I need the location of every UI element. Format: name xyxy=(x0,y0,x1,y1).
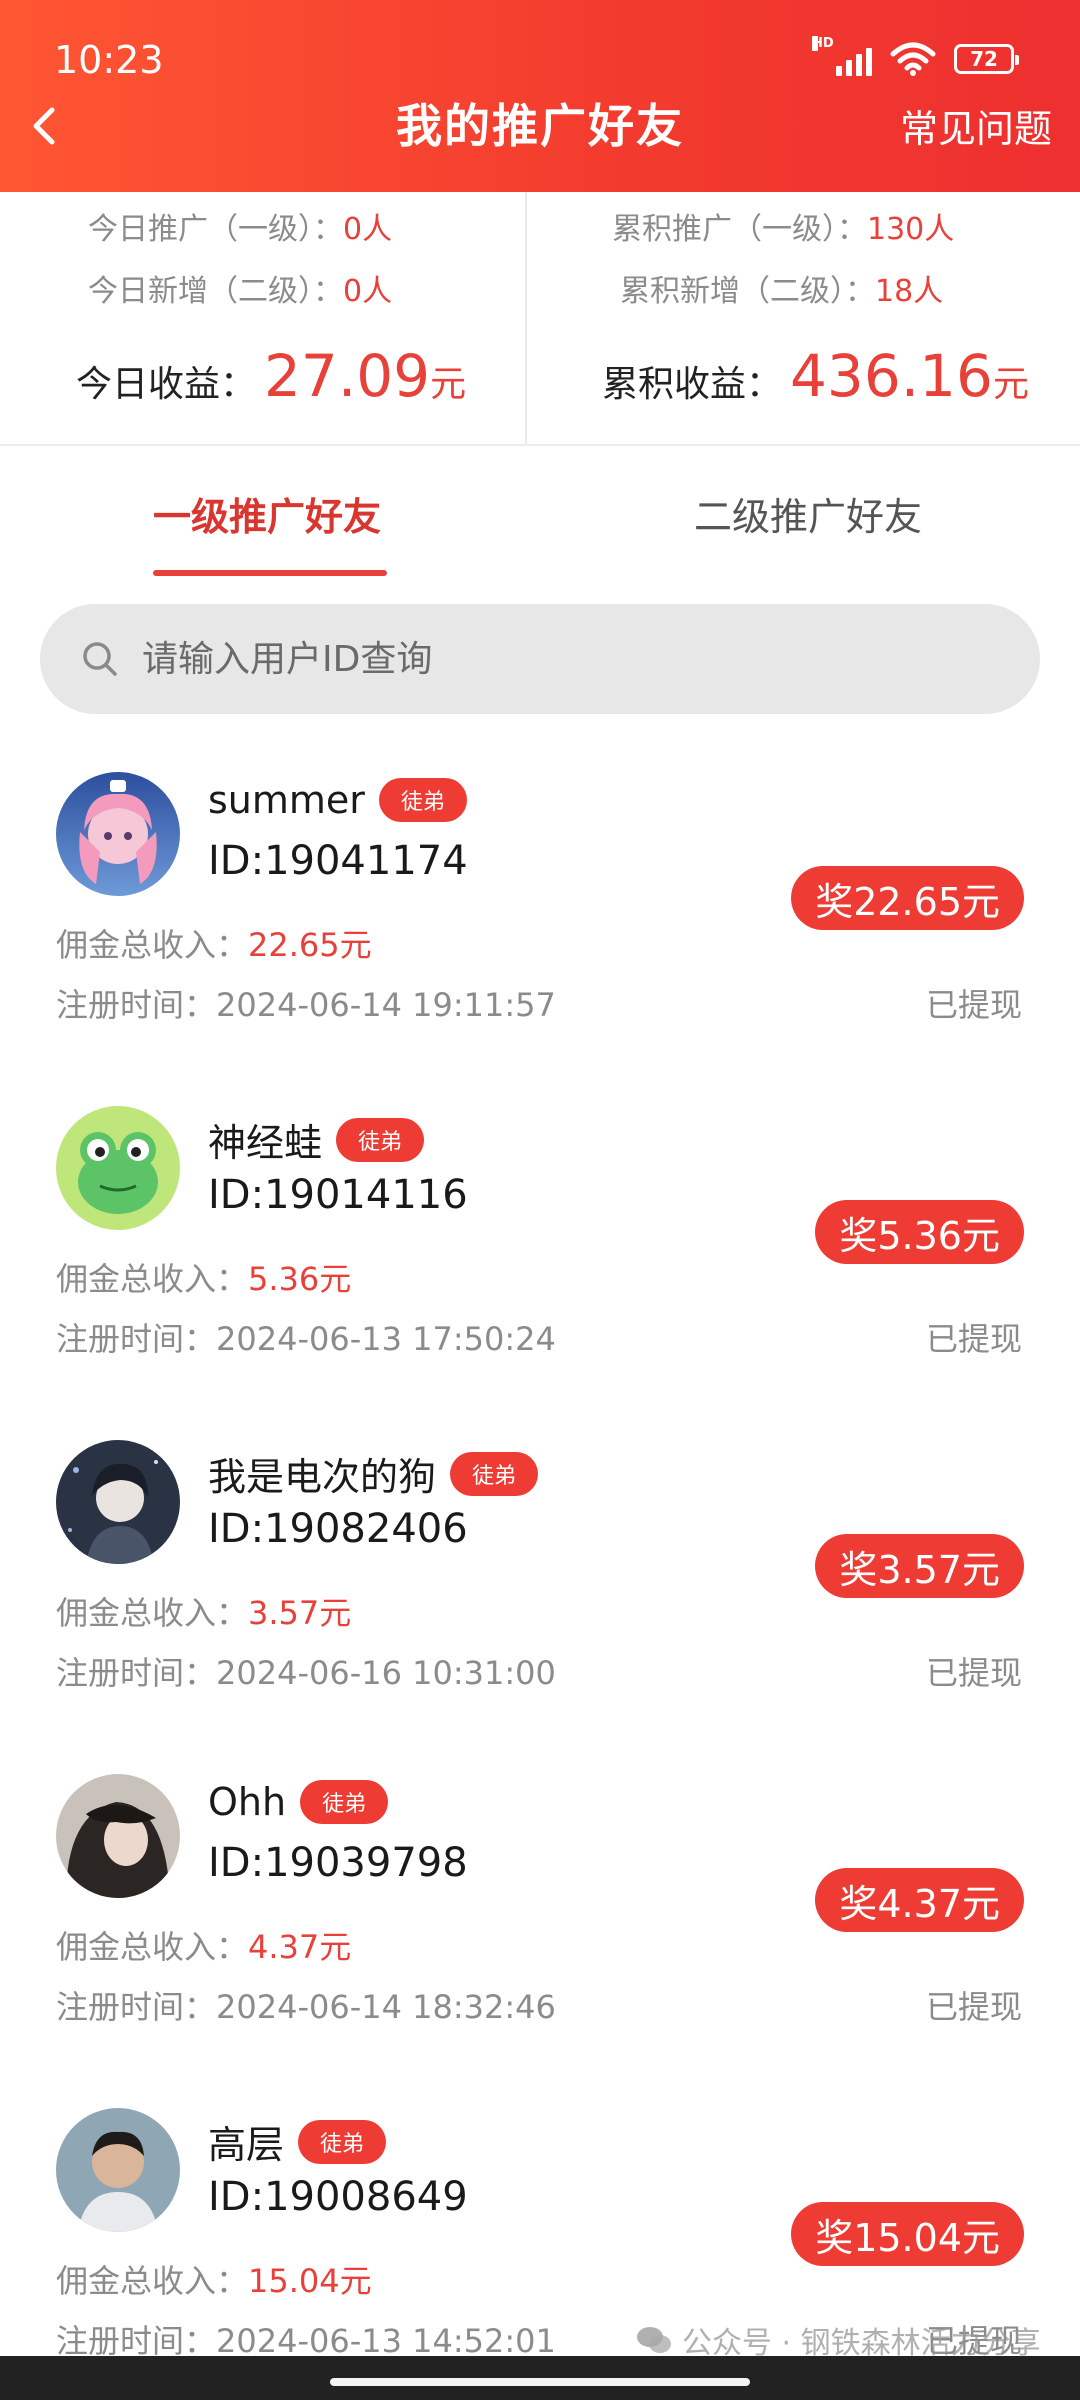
friend-name: 神经蛙 xyxy=(208,1121,323,1165)
withdraw-status: 已提现 xyxy=(925,1654,1022,1692)
search-input[interactable] xyxy=(142,638,1002,680)
today-earnings: 今日收益： 27.09 元 xyxy=(76,342,467,410)
friend-id: ID:19041174 xyxy=(208,838,468,884)
commission-line: 佣金总收入：3.57元 xyxy=(56,1594,352,1632)
network-label: HD xyxy=(812,36,834,51)
role-badge: 徒弟 xyxy=(300,1780,389,1824)
commission-line: 佣金总收入：22.65元 xyxy=(56,926,372,964)
commission-line: 佣金总收入：4.37元 xyxy=(56,1928,352,1966)
faq-link[interactable]: 常见问题 xyxy=(900,98,1052,153)
battery-level: 72 xyxy=(970,47,998,71)
reward-badge: 奖3.57元 xyxy=(815,1534,1024,1598)
friend-name: Ohh xyxy=(208,1780,287,1824)
commission-line: 佣金总收入：5.36元 xyxy=(56,1260,352,1298)
register-time: 注册时间：2024-06-16 10:31:00 xyxy=(56,1654,556,1692)
register-time: 注册时间：2024-06-14 18:32:46 xyxy=(56,1988,556,2026)
friend-card[interactable]: Ohh 徒弟 ID:19039798 奖4.37元 佣金总收入：4.37元 注册… xyxy=(0,1774,1080,2108)
tab-underline xyxy=(153,570,387,576)
avatar xyxy=(56,1774,180,1898)
reward-badge: 奖4.37元 xyxy=(815,1868,1024,1932)
reward-badge: 奖22.65元 xyxy=(791,866,1024,930)
wechat-icon xyxy=(637,2327,671,2353)
avatar xyxy=(56,2108,180,2232)
tab-level2-friends[interactable]: 二级推广好友 xyxy=(694,486,922,541)
role-badge: 徒弟 xyxy=(336,1117,425,1162)
register-time: 注册时间：2024-06-13 17:50:24 xyxy=(56,1320,556,1358)
avatar xyxy=(56,1106,180,1230)
name-row: 我是电次的狗 徒弟 xyxy=(208,1446,539,1501)
commission-line: 佣金总收入：15.04元 xyxy=(56,2262,372,2300)
reward-badge: 奖5.36元 xyxy=(815,1200,1024,1264)
tab-bar: 一级推广好友 二级推广好友 xyxy=(0,446,1080,576)
withdraw-status: 已提现 xyxy=(925,986,1022,1024)
friend-card[interactable]: 我是电次的狗 徒弟 ID:19082406 奖3.57元 佣金总收入：3.57元… xyxy=(0,1440,1080,1774)
total-new-stat: 累积新增（二级）：18人 xyxy=(620,274,944,309)
total-promote-stat: 累积推广（一级）：130人 xyxy=(612,212,955,247)
avatar xyxy=(56,772,180,896)
today-new-stat: 今日新增（二级）：0人 xyxy=(88,274,393,309)
register-time: 注册时间：2024-06-14 19:11:57 xyxy=(56,986,556,1024)
status-icons: HD 72 xyxy=(812,36,1019,76)
role-badge: 徒弟 xyxy=(378,778,467,822)
stats-divider xyxy=(525,192,527,444)
battery-icon: 72 xyxy=(954,44,1019,74)
name-row: 高层 徒弟 xyxy=(208,2114,387,2169)
friend-id: ID:19014116 xyxy=(208,1172,468,1218)
name-row: 神经蛙 徒弟 xyxy=(208,1112,425,1167)
friend-id: ID:19008649 xyxy=(208,2174,468,2220)
withdraw-status: 已提现 xyxy=(925,1320,1022,1358)
friend-id: ID:19039798 xyxy=(208,1840,468,1886)
app-header: 10:23 HD 72 我的推广好友 常见问题 xyxy=(0,0,1080,192)
name-row: Ohh 徒弟 xyxy=(208,1780,389,1824)
reward-badge: 奖15.04元 xyxy=(791,2202,1024,2266)
friend-name: 高层 xyxy=(208,2123,285,2167)
name-row: summer 徒弟 xyxy=(208,778,467,822)
tab-level1-friends[interactable]: 一级推广好友 xyxy=(153,486,381,541)
stats-panel: 今日推广（一级）：0人 今日新增（二级）：0人 今日收益： 27.09 元 累积推广… xyxy=(0,192,1080,446)
friend-name: summer xyxy=(208,778,365,822)
total-earnings: 累积收益： 436.16 元 xyxy=(602,342,1029,410)
role-badge: 徒弟 xyxy=(450,1451,539,1496)
home-indicator[interactable] xyxy=(330,2378,750,2386)
friend-id: ID:19082406 xyxy=(208,1506,468,1552)
role-badge: 徒弟 xyxy=(298,2119,387,2164)
withdraw-status: 已提现 xyxy=(925,1988,1022,2026)
friend-card[interactable]: 神经蛙 徒弟 ID:19014116 奖5.36元 佣金总收入：5.36元 注册… xyxy=(0,1106,1080,1440)
search-icon xyxy=(83,642,117,676)
status-time: 10:23 xyxy=(54,38,164,82)
friend-name: 我是电次的狗 xyxy=(208,1455,437,1499)
today-promote-stat: 今日推广（一级）：0人 xyxy=(88,212,393,247)
signal-icon: HD xyxy=(812,36,872,76)
wifi-icon xyxy=(890,42,936,76)
search-bar[interactable] xyxy=(40,604,1040,714)
avatar xyxy=(56,1440,180,1564)
friend-card[interactable]: summer 徒弟 ID:19041174 奖22.65元 佣金总收入：22.6… xyxy=(0,772,1080,1106)
